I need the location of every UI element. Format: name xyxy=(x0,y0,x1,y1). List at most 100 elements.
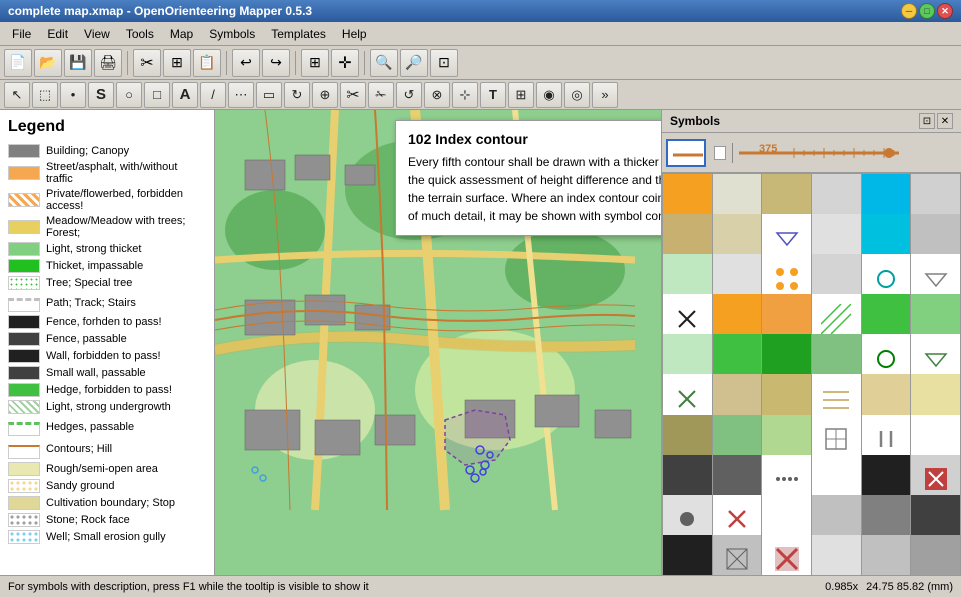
point-tool[interactable]: • xyxy=(60,82,86,108)
separator4 xyxy=(364,51,365,75)
text-s-tool[interactable]: S xyxy=(88,82,114,108)
symbols-panel-title: Symbols xyxy=(670,114,720,128)
symbol-cell-55[interactable] xyxy=(713,535,762,575)
paint2-tool[interactable]: ◎ xyxy=(564,82,590,108)
legend-item: Well; Small erosion gully xyxy=(8,530,206,544)
symbols-close-button[interactable]: ✕ xyxy=(937,113,953,129)
move-tool[interactable]: ⊕ xyxy=(312,82,338,108)
legend-label: Tree; Special tree xyxy=(46,277,132,289)
select-box-tool[interactable]: ⬚ xyxy=(32,82,58,108)
circle-tool[interactable]: ○ xyxy=(116,82,142,108)
cut-button[interactable]: ✂ xyxy=(133,49,161,77)
separator1 xyxy=(127,51,128,75)
redo-button[interactable]: ↪ xyxy=(262,49,290,77)
line-dots-tool[interactable]: ⋯ xyxy=(228,82,254,108)
menu-item-tools[interactable]: Tools xyxy=(118,25,162,43)
drawing-toolbar: ↖ ⬚ • S ○ □ A / ⋯ ▭ ↻ ⊕ ✂ ✁ ↺ ⊗ ⊹ T ⊞ ◉ … xyxy=(0,80,961,110)
menu-item-help[interactable]: Help xyxy=(334,25,375,43)
legend-swatch xyxy=(8,445,40,459)
symbol-cell-56[interactable] xyxy=(762,535,811,575)
statusbar: For symbols with description, press F1 w… xyxy=(0,575,961,597)
legend-item: Meadow/Meadow with trees; Forest; xyxy=(8,215,206,239)
menu-item-symbols[interactable]: Symbols xyxy=(201,25,263,43)
rect-tool[interactable]: □ xyxy=(144,82,170,108)
menu-item-templates[interactable]: Templates xyxy=(263,25,334,43)
symbol-preview xyxy=(666,139,706,167)
legend-label: Rough/semi-open area xyxy=(46,463,158,475)
legend-label: Street/asphalt, with/without traffic xyxy=(46,161,206,185)
nodes-tool[interactable]: ⊹ xyxy=(452,82,478,108)
legend-label: Private/flowerbed, forbidden access! xyxy=(46,188,206,212)
maximize-button[interactable]: □ xyxy=(919,3,935,19)
legend-swatch xyxy=(8,193,40,207)
print-button[interactable]: 🖨 xyxy=(94,49,122,77)
symbol-cell-54[interactable] xyxy=(663,535,712,575)
tooltip-title: 102 Index contour xyxy=(408,131,661,147)
close-button[interactable]: ✕ xyxy=(937,3,953,19)
undo-button[interactable]: ↩ xyxy=(232,49,260,77)
zoom-in-button[interactable]: 🔍 xyxy=(370,49,398,77)
text-a-tool[interactable]: A xyxy=(172,82,198,108)
rect2-tool[interactable]: ▭ xyxy=(256,82,282,108)
tooltip-body: Every fifth contour shall be drawn with … xyxy=(408,153,661,225)
connect-tool[interactable]: ⊗ xyxy=(424,82,450,108)
more-tools[interactable]: » xyxy=(592,82,618,108)
line-tool[interactable]: / xyxy=(200,82,226,108)
legend-item: Stone; Rock face xyxy=(8,513,206,527)
menu-item-file[interactable]: File xyxy=(4,25,39,43)
legend-item: Hedges, passable xyxy=(8,417,206,436)
zoom-fit-button[interactable]: ⊡ xyxy=(430,49,458,77)
legend-swatch xyxy=(8,513,40,527)
save-button[interactable]: 💾 xyxy=(64,49,92,77)
legend-item: Private/flowerbed, forbidden access! xyxy=(8,188,206,212)
titlebar-title: complete map.xmap - OpenOrienteering Map… xyxy=(8,4,312,18)
select-tool[interactable]: ↖ xyxy=(4,82,30,108)
legend-item: Contours; Hill xyxy=(8,439,206,459)
legend-item: Thicket, impassable xyxy=(8,259,206,273)
new-button[interactable]: 📄 xyxy=(4,49,32,77)
open-button[interactable]: 📂 xyxy=(34,49,62,77)
status-coords-area: 0.985x 24.75 85.82 (mm) xyxy=(825,581,953,593)
legend-swatch xyxy=(8,242,40,256)
legend-swatch xyxy=(8,349,40,363)
paint-tool[interactable]: ◉ xyxy=(536,82,562,108)
zoom-out-button[interactable]: 🔎 xyxy=(400,49,428,77)
grid-button[interactable]: ⊞ xyxy=(301,49,329,77)
scissors2-tool[interactable]: ✁ xyxy=(368,82,394,108)
minimize-button[interactable]: ─ xyxy=(901,3,917,19)
symbols-header: Symbols ⊡ ✕ xyxy=(662,110,961,133)
symbol-t-tool[interactable]: T xyxy=(480,82,506,108)
compass-button[interactable]: ✛ xyxy=(331,49,359,77)
menu-item-view[interactable]: View xyxy=(76,25,118,43)
legend-item: Fence, passable xyxy=(8,332,206,346)
symbol-cell-57[interactable] xyxy=(812,535,861,575)
legend-label: Cultivation boundary; Stop xyxy=(46,497,175,509)
legend-label: Stone; Rock face xyxy=(46,514,130,526)
legend-title: Legend xyxy=(8,118,206,136)
cut-path-tool[interactable]: ✂ xyxy=(340,82,366,108)
map-area[interactable]: 102 Index contour Every fifth contour sh… xyxy=(215,110,661,575)
symbols-grid xyxy=(662,173,961,575)
legend-label: Fence, passable xyxy=(46,333,127,345)
symbol-cell-58[interactable] xyxy=(862,535,911,575)
legend-swatch xyxy=(8,166,40,180)
measure-tool[interactable]: ⊞ xyxy=(508,82,534,108)
symbols-panel-controls: ⊡ ✕ xyxy=(919,113,953,129)
legend-item: Building; Canopy xyxy=(8,144,206,158)
symbols-undock-button[interactable]: ⊡ xyxy=(919,113,935,129)
menu-item-map[interactable]: Map xyxy=(162,25,201,43)
symbol-tooltip: 102 Index contour Every fifth contour sh… xyxy=(395,120,661,236)
legend-swatch xyxy=(8,462,40,476)
legend-label: Light, strong thicket xyxy=(46,243,141,255)
symbols-ruler: 375 xyxy=(662,133,961,173)
paste-button[interactable]: 📋 xyxy=(193,49,221,77)
symbol-cell-59[interactable] xyxy=(911,535,960,575)
menu-item-edit[interactable]: Edit xyxy=(39,25,76,43)
rotate2-tool[interactable]: ↺ xyxy=(396,82,422,108)
zoom-level: 0.985x xyxy=(825,581,858,593)
legend-item: Light, strong undergrowth xyxy=(8,400,206,414)
copy-button[interactable]: ⊞ xyxy=(163,49,191,77)
legend-swatch xyxy=(8,276,40,290)
rotate-tool[interactable]: ↻ xyxy=(284,82,310,108)
legend-item: Rough/semi-open area xyxy=(8,462,206,476)
